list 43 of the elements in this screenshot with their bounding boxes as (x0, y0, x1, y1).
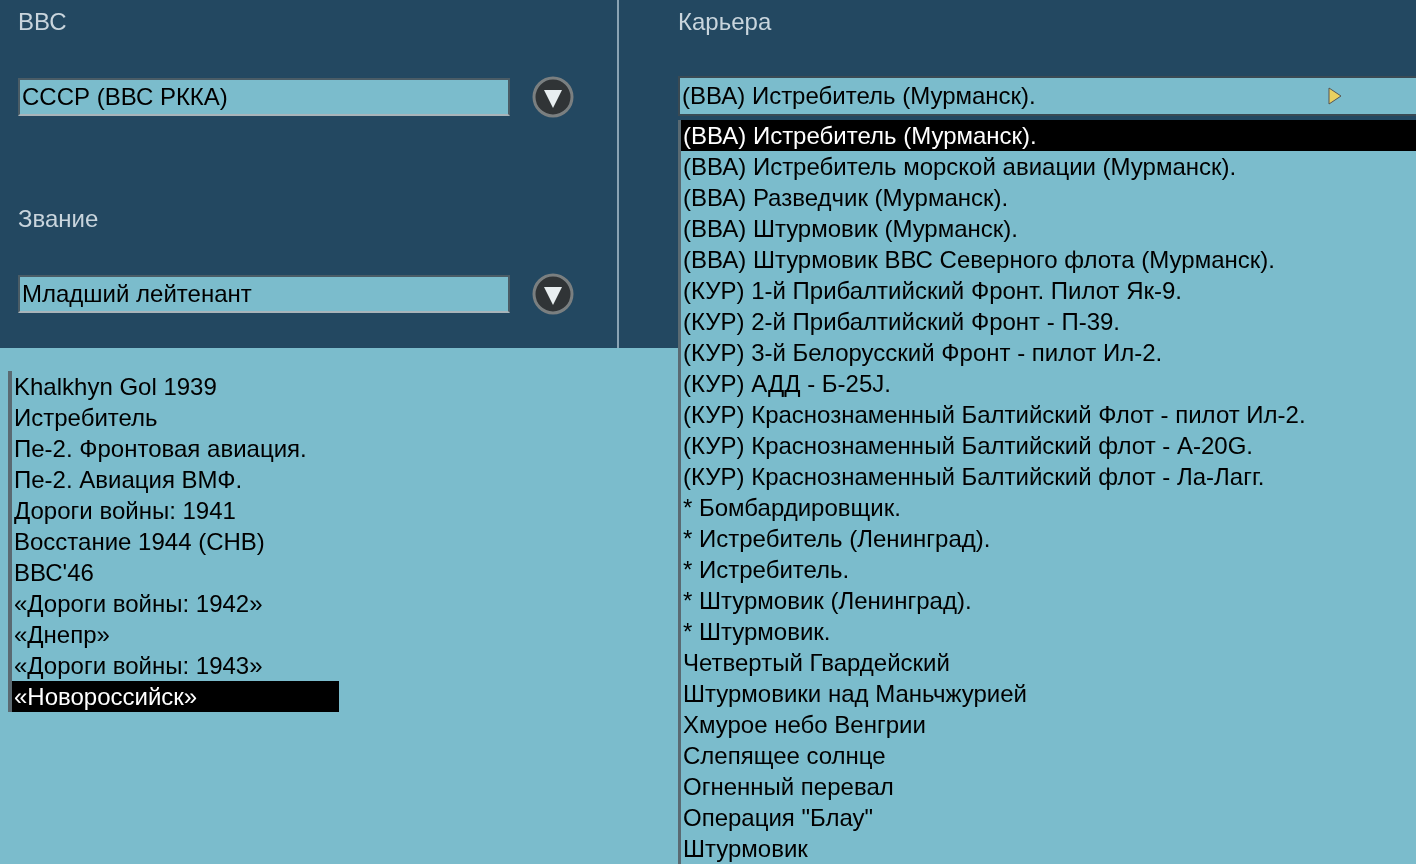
career-option[interactable]: Слепящее солнце (681, 740, 1416, 771)
campaign-item[interactable]: ВВС'46 (12, 557, 339, 588)
campaign-item[interactable]: Khalkhyn Gol 1939 (12, 371, 339, 402)
career-option[interactable]: Четвертый Гвардейский (681, 647, 1416, 678)
campaign-item[interactable]: Восстание 1944 (СНВ) (12, 526, 339, 557)
career-option[interactable]: (КУР) 2-й Прибалтийский Фронт - П-39. (681, 306, 1416, 337)
career-option[interactable]: Операция "Блау" (681, 802, 1416, 833)
rank-dropdown[interactable]: Младший лейтенант (18, 275, 510, 313)
career-option[interactable]: (ВВА) Истребитель морской авиации (Мурманск). (681, 151, 1416, 182)
campaign-item[interactable]: Истребитель (12, 402, 339, 433)
career-option[interactable]: Штурмовик (681, 833, 1416, 864)
career-option[interactable]: (КУР) АДД - Б-25J. (681, 368, 1416, 399)
career-option[interactable]: (КУР) 1-й Прибалтийский Фронт. Пилот Як-9. (681, 275, 1416, 306)
air-force-dropdown[interactable]: СССР (ВВС РККА) (18, 78, 510, 116)
campaign-item[interactable]: «Новороссийск» (12, 681, 339, 712)
career-option[interactable]: Огненный перевал (681, 771, 1416, 802)
campaign-item[interactable]: «Днепр» (12, 619, 339, 650)
pointer-icon (1328, 87, 1342, 105)
field-label: Звание (18, 207, 99, 231)
career-option[interactable]: (ВВА) Штурмовик (Мурманск). (681, 213, 1416, 244)
dropdown-button[interactable] (532, 76, 574, 118)
campaign-item[interactable]: «Дороги войны: 1942» (12, 588, 339, 619)
career-option[interactable]: (ВВА) Штурмовик ВВС Северного флота (Мурманск). (681, 244, 1416, 275)
career-option[interactable]: * Истребитель. (681, 554, 1416, 585)
career-option[interactable]: (КУР) 3-й Белорусский Фронт - пилот Ил-2. (681, 337, 1416, 368)
dropdown-button[interactable] (532, 273, 574, 315)
career-option[interactable]: (КУР) Краснознаменный Балтийский флот - А-20G. (681, 430, 1416, 461)
career-option[interactable]: (ВВА) Истребитель (Мурманск). (681, 120, 1416, 151)
career-option[interactable]: * Истребитель (Ленинград). (681, 523, 1416, 554)
campaign-item[interactable]: «Дороги войны: 1943» (12, 650, 339, 681)
field-label: Карьера (678, 10, 772, 34)
career-option[interactable]: (КУР) Краснознаменный Балтийский Флот - пилот Ил-2. (681, 399, 1416, 430)
career-option[interactable]: Хмурое небо Венгрии (681, 709, 1416, 740)
career-option[interactable]: (ВВА) Разведчик (Мурманск). (681, 182, 1416, 213)
career-option[interactable]: * Бомбардировщик. (681, 492, 1416, 523)
campaign-item[interactable]: Дороги войны: 1941 (12, 495, 339, 526)
career-option[interactable]: (КУР) Краснознаменный Балтийский флот - Ла-Лагг. (681, 461, 1416, 492)
career-option[interactable]: * Штурмовик. (681, 616, 1416, 647)
campaign-item[interactable]: Пе-2. Фронтовая авиация. (12, 433, 339, 464)
field-label: ВВС (18, 10, 67, 34)
career-option[interactable]: * Штурмовик (Ленинград). (681, 585, 1416, 616)
career-option[interactable]: Штурмовики над Маньчжурией (681, 678, 1416, 709)
campaign-item[interactable]: Пе-2. Авиация ВМФ. (12, 464, 339, 495)
